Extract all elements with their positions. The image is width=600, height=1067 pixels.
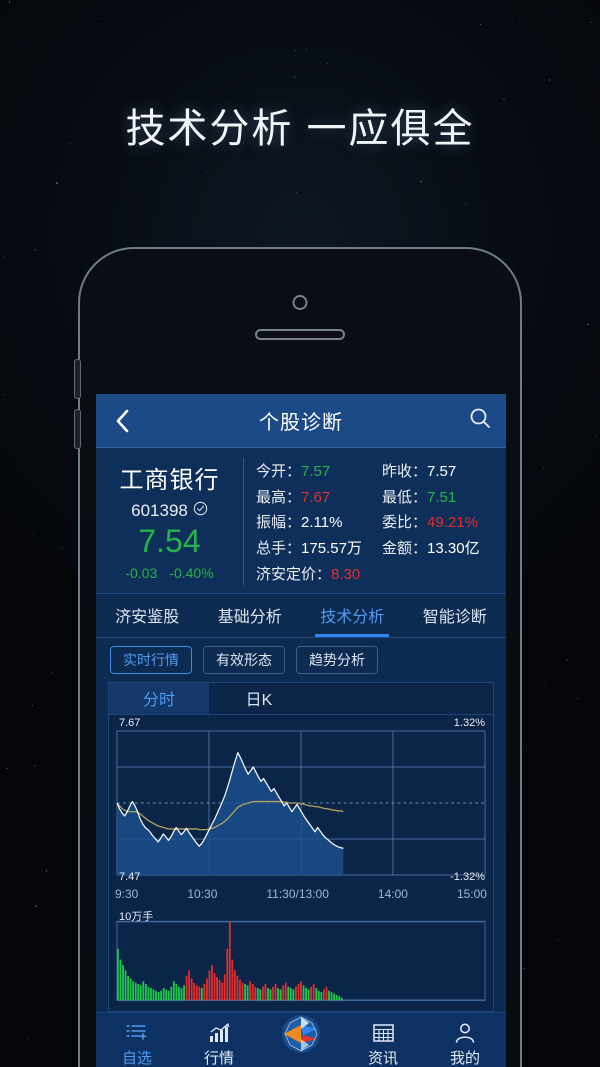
- nav-item-2[interactable]: 行情: [178, 1020, 260, 1067]
- bar-chart-arrow-icon: [207, 1020, 231, 1044]
- chevron-left-icon: [115, 408, 130, 434]
- quote-field-label: 济安定价: [256, 565, 317, 583]
- quote-field-value: 7.57: [427, 463, 457, 480]
- time-tick: 15:00: [456, 886, 487, 901]
- percent-axis-bottom: -1.32%: [450, 870, 485, 883]
- quote-field-value: 7.67: [301, 488, 331, 506]
- quote-field: 昨收：7.57: [382, 460, 502, 482]
- phone-screen: 个股诊断 工商银行 601398 7.54 -0.03 -0.40% 今开：7.…: [96, 394, 506, 1067]
- quote-field-value: 7.57: [301, 463, 331, 480]
- quote-field: 金额：13.30亿: [382, 537, 502, 559]
- tab-1[interactable]: 济安鉴股: [96, 594, 199, 637]
- nav-item-1[interactable]: 自选: [96, 1020, 178, 1067]
- pill-3[interactable]: 趋势分析: [296, 645, 378, 674]
- quote-field-value: 175.57万: [301, 540, 362, 558]
- quote-field-label: 昨收: [382, 463, 413, 480]
- chart-mode-tabs: 分时 日K: [109, 682, 493, 715]
- quote-field-separator: ：: [286, 514, 302, 532]
- quote-field-value: 7.51: [427, 488, 457, 506]
- quote-field-label: 金额: [382, 540, 413, 558]
- price-chart[interactable]: 7.67 1.32% 7.47 -1.32%: [109, 715, 493, 883]
- tab-2[interactable]: 基础分析: [199, 594, 302, 637]
- back-button[interactable]: [96, 394, 148, 448]
- speaker-grille: [255, 329, 345, 340]
- percent-axis-top: 1.32%: [453, 716, 485, 729]
- stock-name: 工商银行: [119, 467, 220, 494]
- nav-item-label: 资讯: [367, 1049, 398, 1067]
- quote-field-separator: ：: [412, 463, 428, 480]
- volume-chart[interactable]: 10万手: [109, 905, 493, 1011]
- quote-field-separator: ：: [316, 565, 332, 583]
- tab-4[interactable]: 智能诊断: [404, 594, 507, 637]
- time-tick: 10:30: [187, 886, 218, 901]
- quote-field-separator: ：: [412, 514, 428, 532]
- quote-field-value: 2.11%: [301, 514, 343, 532]
- time-axis: 9:30 10:30 11:30/13:00 14:00 15:00: [109, 883, 493, 905]
- quote-field: 今开：7.57: [256, 460, 376, 482]
- nav-item-label: 自选: [121, 1049, 152, 1067]
- nav-item-4[interactable]: 资讯: [342, 1020, 424, 1067]
- tab-3[interactable]: 技术分析: [301, 594, 404, 637]
- quote-field: 委比：49.21%: [382, 511, 502, 533]
- app-title: 个股诊断: [259, 412, 343, 434]
- nav-item-label: 我的: [449, 1049, 480, 1067]
- main-tabs: 济安鉴股 基础分析 技术分析 智能诊断: [96, 593, 507, 638]
- stock-price: 7.54: [138, 523, 201, 559]
- quote-field: 振幅：2.11%: [256, 511, 376, 533]
- quote-field-label: 最低: [382, 488, 413, 506]
- quote-field-label: 总手: [256, 540, 287, 558]
- quote-field: 济安定价：8.30: [256, 563, 376, 585]
- bottom-navigation: 自选 行情 资讯 我的: [96, 1012, 506, 1067]
- quote-field-label: 委比: [382, 514, 413, 532]
- quote-field: 最高：7.67: [256, 486, 376, 508]
- quote-summary: 工商银行 601398 7.54 -0.03 -0.40%: [96, 458, 244, 585]
- filter-pills: 实时行情 有效形态 趋势分析: [96, 637, 506, 682]
- quote-panel: 工商银行 601398 7.54 -0.03 -0.40% 今开：7.57 昨收…: [96, 448, 506, 594]
- page-title: 技术分析 一应俱全: [125, 107, 475, 151]
- phone-frame: 个股诊断 工商银行 601398 7.54 -0.03 -0.40% 今开：7.…: [74, 247, 522, 1067]
- nav-item-5[interactable]: 我的: [424, 1020, 506, 1067]
- stock-code: 601398: [131, 501, 188, 520]
- quote-field-separator: ：: [412, 488, 428, 506]
- search-button[interactable]: [454, 394, 506, 448]
- price-axis-bottom: 7.47: [119, 870, 141, 883]
- quote-field-value: 13.30亿: [427, 540, 480, 558]
- quote-field: 最低：7.51: [382, 486, 502, 508]
- chart-tab-1[interactable]: 分时: [109, 682, 209, 714]
- price-axis-top: 7.67: [119, 716, 141, 729]
- quote-field-separator: ：: [286, 540, 302, 558]
- check-circle-icon: [193, 501, 208, 521]
- quote-field-label: 振幅: [256, 514, 287, 532]
- quote-field-label: 今开: [256, 463, 287, 480]
- person-icon: [454, 1020, 476, 1044]
- quote-fields: 今开：7.57 昨收：7.57 最高：7.67 最低：7.51 振幅：2.11% 委比：4…: [244, 458, 506, 585]
- chart-card: 分时 日K 7.67 1.32% 7.47 -1.32% 9:30 10:30 11:30/…: [108, 681, 494, 1012]
- app-header: 个股诊断: [96, 394, 506, 448]
- pill-1[interactable]: 实时行情: [110, 645, 192, 674]
- quote-field-value: 49.21%: [427, 514, 478, 532]
- chart-tab-2[interactable]: 日K: [209, 683, 309, 714]
- quote-field-separator: ：: [412, 540, 428, 558]
- nav-item-label: 行情: [203, 1049, 234, 1067]
- stock-code-row: 601398: [96, 501, 243, 521]
- pill-2[interactable]: 有效形态: [203, 645, 285, 674]
- time-tick: 14:00: [377, 886, 408, 901]
- change-percent: -0.40%: [169, 564, 214, 581]
- news-grid-icon: [372, 1020, 395, 1044]
- search-icon: [468, 406, 492, 435]
- quote-field: 总手：175.57万: [256, 537, 376, 559]
- quote-field-label: 最高: [256, 488, 287, 506]
- quote-field-separator: ：: [286, 463, 302, 480]
- quote-field-value: 8.30: [331, 565, 361, 583]
- time-tick: 11:30/13:00: [266, 886, 329, 901]
- volume-axis-label: 10万手: [119, 910, 154, 923]
- camera-icon: [292, 295, 308, 310]
- app-logo-icon: [279, 1014, 323, 1056]
- stock-change-row: -0.03 -0.40%: [96, 565, 243, 581]
- change-value: -0.03: [125, 564, 158, 581]
- time-tick: 9:30: [115, 886, 139, 901]
- quote-field-separator: ：: [286, 488, 302, 506]
- list-plus-icon: [125, 1020, 149, 1044]
- nav-item-3[interactable]: [260, 1014, 342, 1056]
